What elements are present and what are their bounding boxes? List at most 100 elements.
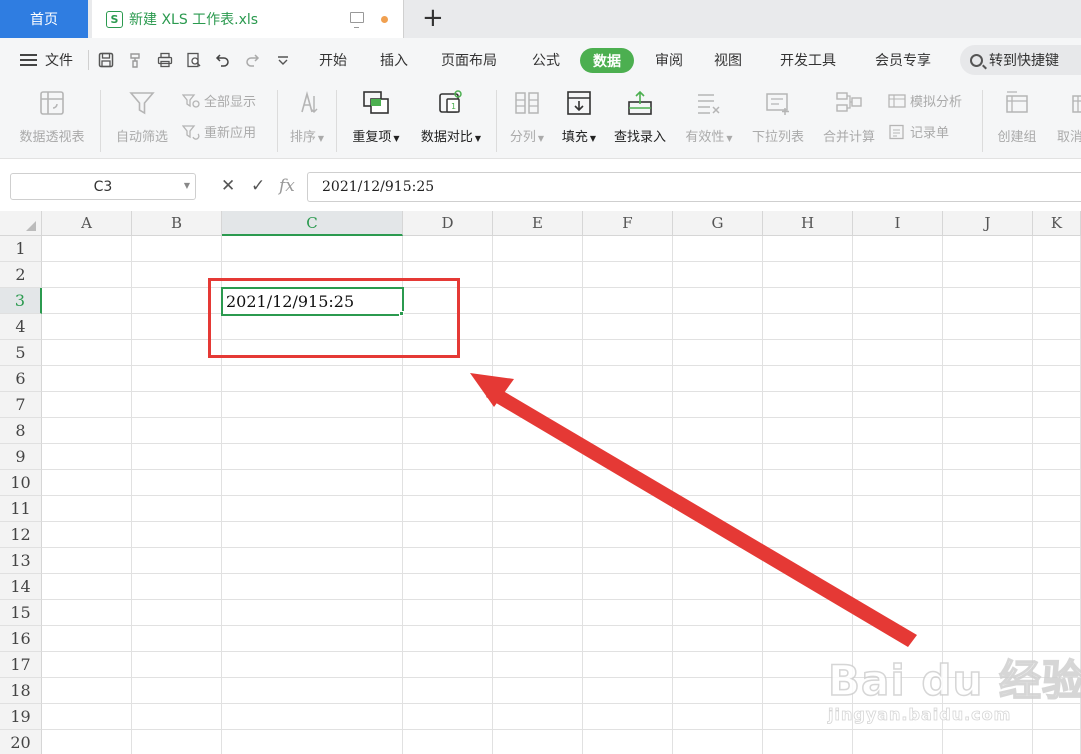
tab-home[interactable]: 首页	[0, 0, 88, 38]
fill-down-icon	[567, 91, 591, 115]
menu-view[interactable]: 视图	[714, 38, 742, 82]
confirm-check-icon[interactable]: ✓	[251, 176, 265, 196]
tab-bar: 首页 S 新建 XLS 工作表.xls +	[0, 0, 1081, 38]
record-form-icon	[889, 124, 904, 139]
reapply-label: 重新应用	[204, 126, 257, 141]
menu-insert[interactable]: 插入	[380, 38, 408, 82]
search-icon	[970, 53, 983, 67]
print-icon[interactable]	[157, 52, 173, 68]
reapply-button[interactable]: 重新应用	[182, 122, 256, 141]
duplicates-label: 重复项	[352, 130, 392, 145]
split-column-icon	[515, 92, 539, 114]
pivot-table-icon	[40, 91, 64, 115]
whatif-analysis-icon	[888, 93, 906, 108]
file-menu[interactable]: 文件	[20, 38, 73, 82]
menu-page-layout[interactable]: 页面布局	[441, 38, 497, 82]
watermark-url: jingyan.baidu.com	[828, 705, 1012, 725]
menu-review[interactable]: 审阅	[655, 38, 683, 82]
dropdown-list-label: 下拉列表	[751, 130, 804, 145]
command-search[interactable]: 转到快捷键	[960, 45, 1081, 75]
monitor-icon[interactable]	[350, 12, 364, 28]
sort-icon	[301, 91, 318, 114]
ungroup-label: 取消	[1056, 130, 1081, 145]
data-ribbon: 数据透视表 自动筛选 全部显示 重新应用 排序 ▼ 重复项 ▼ 1 数据对比 ▼…	[0, 82, 1081, 159]
save-icon[interactable]	[98, 52, 114, 68]
name-box[interactable]: C3 ▼	[10, 173, 196, 200]
show-all-button[interactable]: 全部显示	[182, 91, 256, 110]
data-compare-label: 数据对比	[420, 130, 473, 145]
command-search-label: 转到快捷键	[989, 53, 1059, 69]
tab-document[interactable]: S 新建 XLS 工作表.xls	[92, 0, 404, 38]
duplicates-button[interactable]: 重复项 ▼	[345, 82, 407, 152]
validity-button[interactable]: 有效性 ▼	[680, 82, 738, 152]
duplicates-icon	[363, 91, 389, 114]
document-title: 新建 XLS 工作表.xls	[129, 12, 259, 28]
file-menu-label: 文件	[45, 53, 73, 69]
record-form-button[interactable]: 记录单	[888, 122, 949, 141]
print-preview-icon[interactable]	[186, 52, 202, 68]
menu-member[interactable]: 会员专享	[875, 38, 931, 82]
spreadsheet-icon: S	[106, 10, 123, 28]
ungroup-button[interactable]: 取消	[1050, 82, 1081, 152]
consolidate-icon	[836, 92, 862, 112]
redo-icon[interactable]	[244, 52, 260, 68]
create-group-button[interactable]: 创建组	[990, 82, 1044, 152]
show-all-label: 全部显示	[204, 95, 257, 110]
wps-spreadsheet-window: 首页 S 新建 XLS 工作表.xls + 文件 开始 插入 页面布局 公式 数…	[0, 0, 1081, 754]
whatif-analysis-button[interactable]: 模拟分析	[888, 91, 962, 110]
lookup-entry-button[interactable]: 查找录入	[606, 82, 674, 152]
split-column-label: 分列	[509, 130, 536, 145]
undo-icon[interactable]	[215, 52, 231, 68]
quick-access-dropdown-icon[interactable]	[275, 52, 291, 68]
cancel-x-icon[interactable]: ✕	[221, 176, 235, 196]
pivot-table-label: 数据透视表	[19, 130, 85, 145]
menu-divider	[88, 50, 89, 70]
fill-label: 填充	[561, 130, 588, 145]
whatif-analysis-label: 模拟分析	[910, 95, 963, 110]
ribbon-divider	[277, 90, 278, 152]
ribbon-divider	[336, 90, 337, 152]
ribbon-divider	[496, 90, 497, 152]
menu-bar: 文件 开始 插入 页面布局 公式 数据 审阅 视图 开发工具 会员专享 转到快捷…	[0, 38, 1081, 82]
show-all-filter-icon	[182, 93, 200, 108]
ribbon-divider	[100, 90, 101, 152]
ribbon-divider	[982, 90, 983, 152]
split-column-button[interactable]: 分列 ▼	[504, 82, 550, 152]
unsaved-dot-icon[interactable]	[381, 16, 388, 23]
consolidate-label: 合并计算	[822, 130, 875, 145]
sort-label: 排序	[289, 130, 316, 145]
insert-function-fx-icon[interactable]: fx	[279, 176, 295, 196]
formula-input[interactable]: 2021/12/915:25	[307, 172, 1081, 202]
autofilter-label: 自动筛选	[115, 130, 168, 145]
ungroup-icon	[1072, 95, 1081, 113]
new-tab-plus-icon[interactable]: +	[422, 4, 444, 32]
menu-start[interactable]: 开始	[319, 38, 347, 82]
dropdown-list-button[interactable]: 下拉列表	[746, 82, 810, 152]
data-compare-icon: 1	[439, 90, 462, 113]
record-form-label: 记录单	[910, 126, 950, 141]
create-group-label: 创建组	[997, 130, 1037, 145]
menu-data-active[interactable]: 数据	[580, 48, 634, 73]
menu-developer[interactable]: 开发工具	[780, 38, 836, 82]
consolidate-button[interactable]: 合并计算	[816, 82, 882, 152]
reapply-filter-icon	[182, 124, 200, 140]
svg-text:1: 1	[451, 102, 456, 111]
validity-icon	[698, 94, 720, 114]
pivot-table-button[interactable]: 数据透视表	[12, 82, 92, 152]
format-painter-icon[interactable]	[128, 52, 144, 68]
hamburger-icon	[20, 54, 37, 66]
lookup-entry-label: 查找录入	[613, 130, 666, 145]
fill-button[interactable]: 填充 ▼	[556, 82, 602, 152]
baidu-jingyan-watermark: Bai du 经验 jingyan.baidu.com	[827, 631, 1081, 741]
name-box-dropdown-icon[interactable]: ▼	[184, 181, 190, 190]
menu-formula[interactable]: 公式	[532, 38, 560, 82]
filter-funnel-icon	[129, 92, 155, 115]
watermark-logo-text: Bai du 经验	[827, 655, 1081, 706]
autofilter-button[interactable]: 自动筛选	[110, 82, 174, 152]
data-compare-button[interactable]: 1 数据对比 ▼	[413, 82, 489, 152]
create-group-icon	[1006, 91, 1028, 113]
lookup-entry-icon	[628, 90, 652, 115]
dropdown-list-icon	[766, 93, 789, 115]
sort-button[interactable]: 排序 ▼	[284, 82, 330, 152]
spreadsheet-grid[interactable]: ABCDEFGHIJK 1 2 3 4 5 6 7 8 9 10 11 12 13 14 15 16 17 18 1…	[0, 211, 1081, 754]
